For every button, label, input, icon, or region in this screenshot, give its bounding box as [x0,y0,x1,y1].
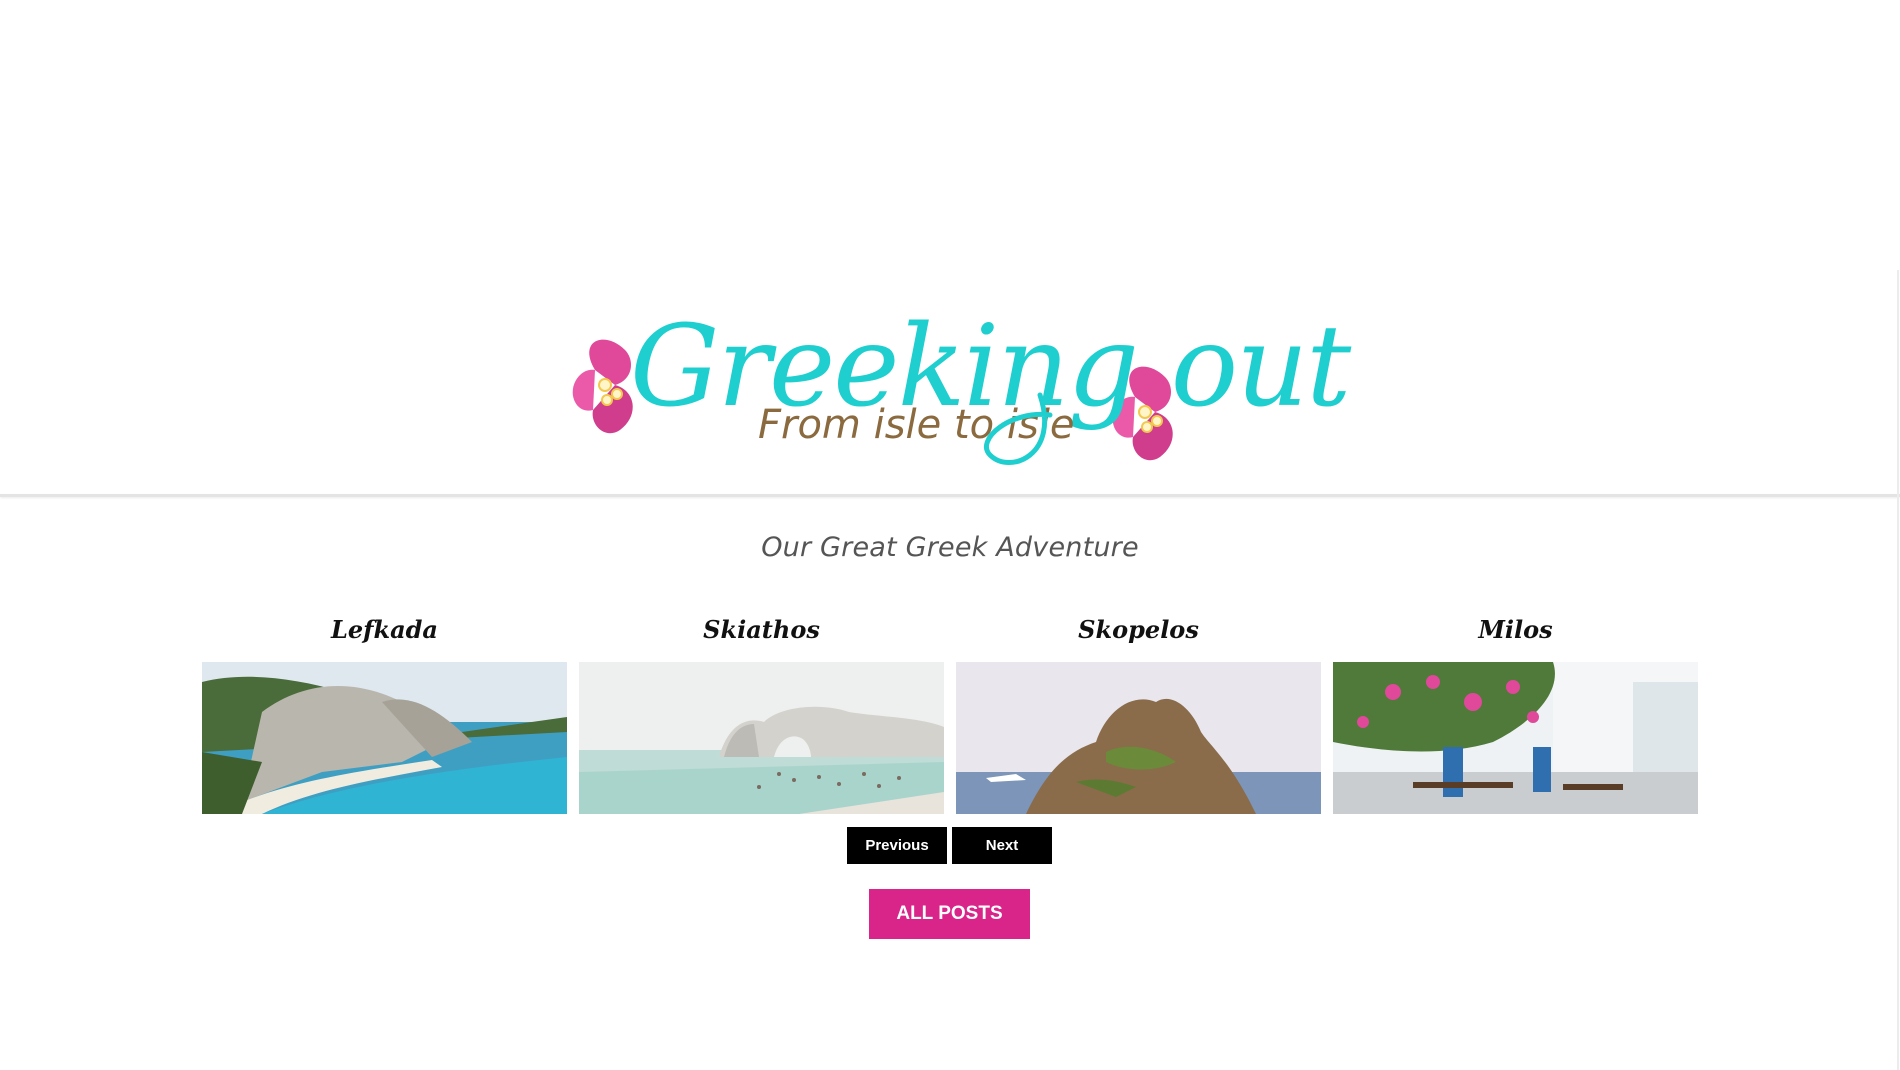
island-gallery: Lefkada Skiathos Skopelos Milos [202,612,1698,816]
gallery-photo-milos[interactable] [1333,662,1698,814]
gallery-item-skopelos[interactable]: Skopelos [956,612,1321,816]
page-edge-divider [1897,270,1899,1070]
gallery-photo-lefkada[interactable] [202,662,567,814]
site-logo[interactable]: Greeking out From isle to isle [540,285,1380,485]
gallery-item-title[interactable]: Lefkada [202,612,567,648]
page-tagline: Our Great Greek Adventure [761,532,1139,563]
page: Greeking out From isle to isle Our Great… [0,0,1900,1070]
gallery-item-lefkada[interactable]: Lefkada [202,612,567,816]
gallery-photo-skiathos[interactable] [579,662,944,814]
bougainvillea-flower-left-icon [572,339,633,434]
logo-graphic: Greeking out From isle to isle [572,302,1354,465]
all-posts-button[interactable]: ALL POSTS [869,889,1030,939]
gallery-item-title[interactable]: Skopelos [956,612,1321,648]
gallery-photo-skopelos[interactable] [956,662,1321,814]
logo-subtitle: From isle to isle [758,402,1075,448]
gallery-item-skiathos[interactable]: Skiathos [579,612,944,816]
previous-button[interactable]: Previous [847,827,947,864]
gallery-item-title[interactable]: Skiathos [579,612,944,648]
gallery-item-title[interactable]: Milos [1333,612,1698,648]
site-header: Greeking out From isle to isle [0,0,1900,496]
gallery-item-milos[interactable]: Milos [1333,612,1698,816]
header-divider [0,494,1900,497]
next-button[interactable]: Next [952,827,1052,864]
